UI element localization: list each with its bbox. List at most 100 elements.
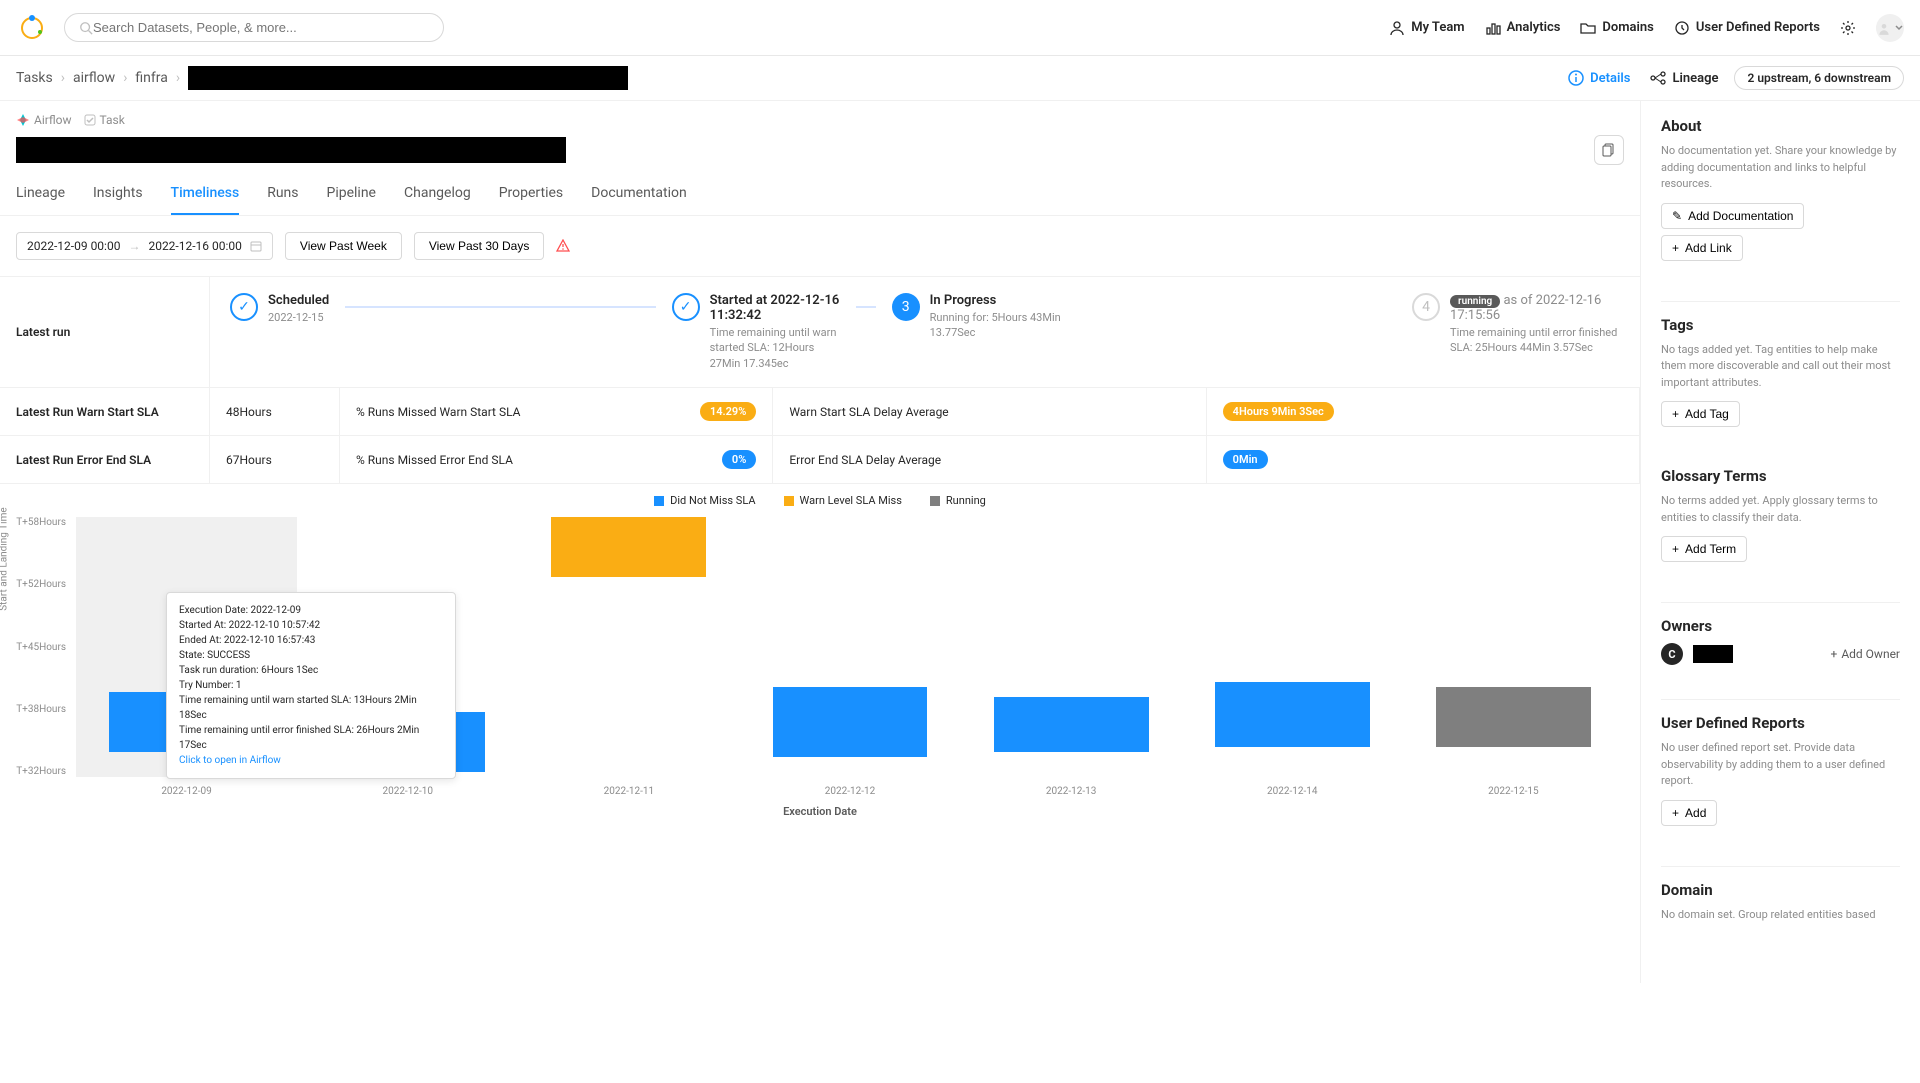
breadcrumb-row: Tasks› airflow› finfra› Details Lineage … xyxy=(0,56,1920,101)
sidebar-domain: Domain No domain set. Group related enti… xyxy=(1661,881,1900,948)
date-range-picker[interactable]: 2022-12-09 00:00 → 2022-12-16 00:00 xyxy=(16,232,273,260)
tab-lineage[interactable]: Lineage xyxy=(16,185,65,215)
add-report-button[interactable]: +Add xyxy=(1661,800,1717,826)
plus-icon: + xyxy=(1672,407,1679,421)
nav-myteam[interactable]: My Team xyxy=(1389,20,1464,36)
x-tick: 2022-12-12 xyxy=(739,786,960,797)
tab-changelog[interactable]: Changelog xyxy=(404,185,471,215)
sla-avg-badge: 0Min xyxy=(1207,436,1640,483)
chart-bar[interactable] xyxy=(1182,517,1403,777)
tab-documentation[interactable]: Documentation xyxy=(591,185,687,215)
plus-icon: + xyxy=(1831,647,1838,661)
sla-row: Latest Run Warn Start SLA 48Hours % Runs… xyxy=(0,388,1640,436)
add-term-button[interactable]: +Add Term xyxy=(1661,536,1747,562)
tab-runs[interactable]: Runs xyxy=(267,185,298,215)
add-documentation-button[interactable]: ✎Add Documentation xyxy=(1661,203,1804,229)
chart-bar[interactable] xyxy=(961,517,1182,777)
sla-badge: 0% xyxy=(722,450,756,469)
graph-icon xyxy=(1650,70,1666,86)
x-tick: 2022-12-14 xyxy=(1182,786,1403,797)
sla-table: Latest Run Warn Start SLA 48Hours % Runs… xyxy=(0,388,1640,484)
chart-bar[interactable] xyxy=(1403,517,1624,777)
sla-avg-label: Warn Start SLA Delay Average xyxy=(773,388,1206,435)
x-axis-label: Execution Date xyxy=(16,805,1624,818)
chart-area: Did Not Miss SLA Warn Level SLA Miss Run… xyxy=(0,484,1640,838)
sla-value: 67Hours xyxy=(210,436,340,483)
tab-timeliness[interactable]: Timeliness xyxy=(171,185,240,215)
nav-analytics[interactable]: Analytics xyxy=(1485,20,1561,36)
x-tick: 2022-12-09 xyxy=(76,786,297,797)
chevron-down-icon xyxy=(1894,23,1904,33)
tab-pipeline[interactable]: Pipeline xyxy=(327,185,377,215)
global-search[interactable] xyxy=(64,13,444,42)
check-icon: ✓ xyxy=(230,293,258,321)
sla-miss: % Runs Missed Error End SLA0% xyxy=(340,436,773,483)
user-avatar[interactable] xyxy=(1876,14,1904,42)
chart-icon xyxy=(1485,20,1501,36)
lineage-counts[interactable]: 2 upstream, 6 downstream xyxy=(1734,66,1904,90)
x-tick: 2022-12-10 xyxy=(297,786,518,797)
legend-running: Running xyxy=(930,494,986,507)
sla-badge: 14.29% xyxy=(700,402,756,421)
x-axis: 2022-12-092022-12-102022-12-112022-12-12… xyxy=(76,786,1624,797)
nav-reports[interactable]: User Defined Reports xyxy=(1674,20,1820,36)
people-icon xyxy=(1389,20,1405,36)
tab-properties[interactable]: Properties xyxy=(499,185,563,215)
plus-icon: + xyxy=(1672,542,1679,556)
details-link[interactable]: Details xyxy=(1568,70,1630,86)
past-week-button[interactable]: View Past Week xyxy=(285,232,402,260)
add-owner-button[interactable]: +Add Owner xyxy=(1831,647,1900,661)
app-header: My Team Analytics Domains User Defined R… xyxy=(0,0,1920,56)
search-icon xyxy=(79,21,93,35)
latest-run-label: Latest run xyxy=(0,277,210,387)
breadcrumb-item[interactable]: airflow xyxy=(73,70,115,86)
app-logo[interactable] xyxy=(16,12,48,44)
x-tick: 2022-12-13 xyxy=(961,786,1182,797)
open-airflow-link[interactable]: Click to open in Airflow xyxy=(179,753,443,768)
add-link-button[interactable]: +Add Link xyxy=(1661,235,1743,261)
step-scheduled: ✓ Scheduled 2022-12-15 xyxy=(230,293,329,325)
sidebar-glossary: Glossary Terms No terms added yet. Apply… xyxy=(1661,467,1900,582)
legend-ok: Did Not Miss SLA xyxy=(654,494,755,507)
chart-bar[interactable] xyxy=(739,517,960,777)
chart-tooltip: Execution Date: 2022-12-09Started At: 20… xyxy=(166,592,456,779)
entity-title-redacted xyxy=(16,137,566,163)
info-icon xyxy=(1568,70,1584,86)
y-axis-label: Start and Landing Time xyxy=(0,508,10,611)
sla-avg-label: Error End SLA Delay Average xyxy=(773,436,1206,483)
task-icon xyxy=(84,114,96,126)
copy-button[interactable] xyxy=(1594,135,1624,165)
entity-tabs: Lineage Insights Timeliness Runs Pipelin… xyxy=(0,169,1640,216)
breadcrumb-item[interactable]: Tasks xyxy=(16,70,53,86)
sla-avg-badge: 4Hours 9Min 3Sec xyxy=(1207,388,1640,435)
clock-icon xyxy=(1674,20,1690,36)
lineage-link[interactable]: Lineage xyxy=(1650,70,1718,86)
nav-domains[interactable]: Domains xyxy=(1580,20,1653,36)
step-inprogress: 3 In Progress Running for: 5Hours 43Min … xyxy=(892,293,1070,341)
latest-run-row: Latest run ✓ Scheduled 2022-12-15 ✓ Star… xyxy=(0,276,1640,388)
timeliness-chart[interactable]: Start and Landing Time T+58HoursT+52Hour… xyxy=(66,517,1624,797)
owner-name-redacted xyxy=(1693,645,1733,663)
sidebar-reports: User Defined Reports No user defined rep… xyxy=(1661,714,1900,846)
x-tick: 2022-12-15 xyxy=(1403,786,1624,797)
chart-bar[interactable] xyxy=(518,517,739,777)
sla-label: Latest Run Error End SLA xyxy=(0,436,210,483)
y-axis: T+58HoursT+52HoursT+45HoursT+38HoursT+32… xyxy=(16,517,66,777)
copy-icon xyxy=(1602,143,1616,157)
owner-avatar[interactable]: C xyxy=(1661,643,1683,665)
calendar-icon xyxy=(250,240,262,252)
sidebar-tags: Tags No tags added yet. Tag entities to … xyxy=(1661,316,1900,448)
sidebar-about: About No documentation yet. Share your k… xyxy=(1661,117,1900,281)
arrow-right-icon: → xyxy=(128,239,140,253)
search-input[interactable] xyxy=(93,20,429,35)
edit-icon: ✎ xyxy=(1672,209,1682,223)
add-tag-button[interactable]: +Add Tag xyxy=(1661,401,1740,427)
past-30-button[interactable]: View Past 30 Days xyxy=(414,232,545,260)
breadcrumb-item[interactable]: finfra xyxy=(135,70,167,86)
sla-value: 48Hours xyxy=(210,388,340,435)
sla-miss: % Runs Missed Warn Start SLA14.29% xyxy=(340,388,773,435)
tab-insights[interactable]: Insights xyxy=(93,185,143,215)
legend-warn: Warn Level SLA Miss xyxy=(784,494,902,507)
gear-icon[interactable] xyxy=(1840,20,1856,36)
folder-icon xyxy=(1580,20,1596,36)
